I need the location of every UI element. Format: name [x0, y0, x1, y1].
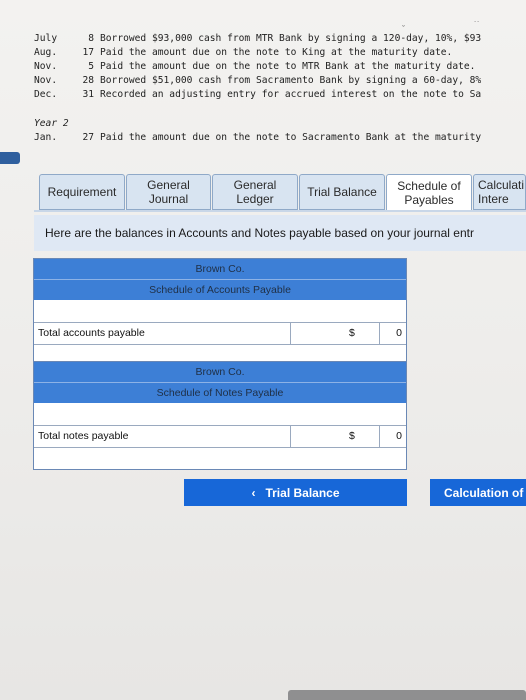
- transaction-month: Aug.: [34, 47, 58, 58]
- schedule-entry-row[interactable]: [34, 301, 406, 322]
- transaction-month: Dec.: [34, 89, 58, 100]
- total-value: 0: [396, 327, 402, 339]
- button-label: Trial Balance: [265, 485, 340, 500]
- tab-label: General Ledger: [233, 178, 277, 206]
- tab-bar: Requirement General Journal General Ledg…: [39, 174, 526, 214]
- total-value: 0: [396, 430, 402, 442]
- tab-calculation-of-interest[interactable]: Calculati Intere: [473, 174, 526, 210]
- schedule-blank-row: [34, 447, 406, 469]
- transaction-month: Nov.: [34, 61, 58, 72]
- year-label: Year 2: [34, 118, 69, 129]
- transaction-day: 28: [82, 75, 94, 86]
- schedule-entry-row[interactable]: [34, 404, 406, 425]
- transaction-month: Jan.: [34, 132, 58, 143]
- tab-label: Trial Balance: [307, 185, 377, 199]
- tab-requirement[interactable]: Requirement: [39, 174, 125, 210]
- total-label: Total notes payable: [38, 430, 129, 442]
- chevron-left-icon: ‹: [251, 485, 256, 500]
- tab-label: Calculati Intere: [478, 178, 525, 206]
- total-row: Total notes payable $ 0: [34, 425, 406, 447]
- tab-label: Schedule of Payables: [397, 179, 461, 207]
- transaction-day: 17: [82, 47, 94, 58]
- panel-toggle-icon[interactable]: [0, 152, 20, 164]
- button-label: Calculation of: [444, 485, 524, 500]
- transaction-text: Borrowed $93,000 cash from MTR Bank by s…: [100, 33, 482, 44]
- transaction-day: 31: [82, 89, 94, 100]
- currency-cell: $: [290, 426, 380, 447]
- transaction-text: Paid the amount due on the note to Sacra…: [100, 132, 482, 143]
- notes-payable-schedule: Brown Co. Schedule of Notes Payable Tota…: [33, 361, 407, 470]
- currency-symbol: $: [349, 327, 355, 339]
- tab-trial-balance[interactable]: Trial Balance: [299, 174, 385, 210]
- transaction-month: Nov.: [34, 75, 58, 86]
- tab-general-ledger[interactable]: General Ledger: [212, 174, 298, 210]
- transaction-day: 8: [88, 33, 94, 44]
- total-row: Total accounts payable $ 0: [34, 322, 406, 344]
- currency-cell: $: [290, 323, 380, 344]
- tab-divider: [34, 210, 526, 212]
- transaction-month: July: [34, 33, 58, 44]
- total-label: Total accounts payable: [38, 327, 145, 339]
- schedule-title: Schedule of Notes Payable: [34, 382, 406, 403]
- decorative-mark: ˙˙: [474, 20, 480, 30]
- transaction-text: Recorded an adjusting entry for accrued …: [100, 89, 482, 100]
- schedule-title: Schedule of Accounts Payable: [34, 279, 406, 300]
- schedule-header: Brown Co. Schedule of Accounts Payable: [34, 259, 406, 301]
- tab-schedule-of-payables[interactable]: Schedule of Payables: [386, 174, 472, 212]
- transaction-day: 27: [82, 132, 94, 143]
- bottom-scrollbar[interactable]: [288, 690, 526, 700]
- transaction-text: Paid the amount due on the note to MTR B…: [100, 61, 476, 72]
- transaction-text: Borrowed $51,000 cash from Sacramento Ba…: [100, 75, 482, 86]
- transaction-day: 5: [88, 61, 94, 72]
- currency-symbol: $: [349, 430, 355, 442]
- company-name: Brown Co.: [195, 263, 245, 275]
- tab-general-journal[interactable]: General Journal: [126, 174, 211, 210]
- accounts-payable-schedule: Brown Co. Schedule of Accounts Payable T…: [33, 258, 407, 367]
- previous-trial-balance-button[interactable]: ‹ Trial Balance: [184, 479, 407, 506]
- transaction-text: Paid the amount due on the note to King …: [100, 47, 453, 58]
- tab-label: General Journal: [147, 178, 190, 206]
- schedule-header: Brown Co. Schedule of Notes Payable: [34, 362, 406, 404]
- instructions-text: Here are the balances in Accounts and No…: [34, 215, 526, 251]
- next-calculation-button[interactable]: Calculation of: [430, 479, 526, 506]
- company-name: Brown Co.: [195, 366, 245, 378]
- tab-label: Requirement: [47, 185, 117, 199]
